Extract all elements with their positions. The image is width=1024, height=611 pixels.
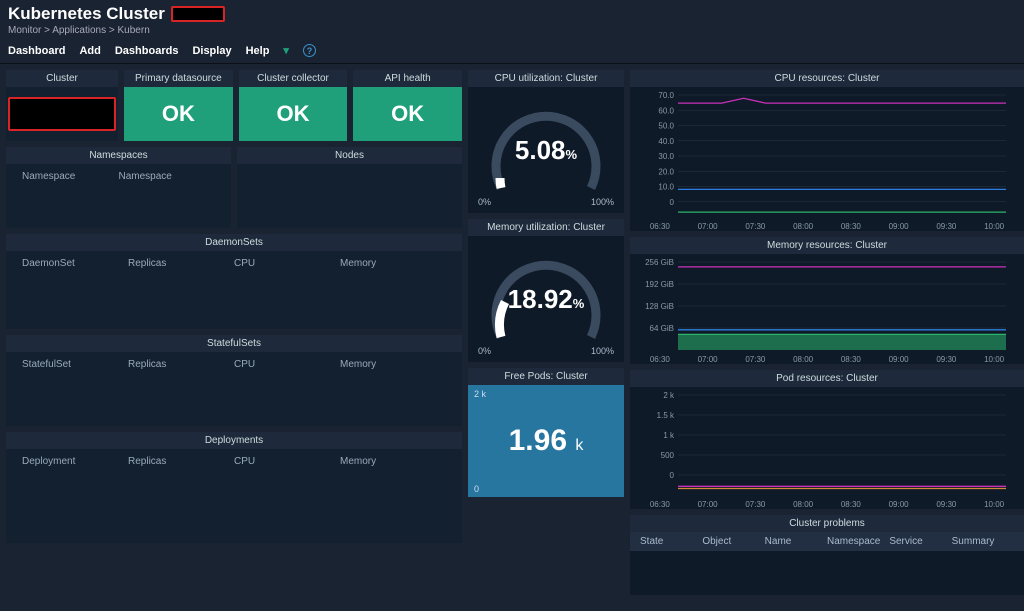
svg-text:0: 0 — [670, 198, 675, 207]
svg-text:40.0: 40.0 — [658, 137, 674, 146]
panel-title: Deployments — [6, 432, 462, 449]
gauge-mem — [481, 242, 611, 352]
status-ok: OK — [353, 87, 462, 141]
svg-text:10.0: 10.0 — [658, 183, 674, 192]
breadcrumb[interactable]: Monitor > Applications > Kubern — [8, 25, 1016, 36]
col-object: Object — [702, 536, 764, 547]
free-pods-value: 1.96 k — [509, 424, 584, 458]
col-daemonset: DaemonSet — [22, 258, 128, 269]
menu-help[interactable]: Help — [246, 45, 270, 57]
col-state: State — [640, 536, 702, 547]
menu-bar: Dashboard Add Dashboards Display Help ▾ … — [0, 38, 1024, 64]
menu-dashboards[interactable]: Dashboards — [115, 45, 179, 57]
svg-text:256 GiB: 256 GiB — [645, 258, 674, 267]
svg-text:128 GiB: 128 GiB — [645, 302, 674, 311]
col-namespace: Namespace — [827, 536, 889, 547]
col-cpu: CPU — [234, 258, 340, 269]
help-icon[interactable]: ? — [303, 44, 316, 57]
panel-title: Free Pods: Cluster — [468, 368, 624, 385]
gauge-min: 0% — [478, 346, 491, 356]
panel-free-pods[interactable]: Free Pods: Cluster 2 k 1.96 k 0 — [468, 368, 624, 497]
panel-daemonsets[interactable]: DaemonSets DaemonSet Replicas CPU Memory — [6, 234, 462, 329]
tile-cluster[interactable]: Cluster — [6, 70, 118, 141]
svg-text:60.0: 60.0 — [658, 106, 674, 115]
col-summary: Summary — [952, 536, 1014, 547]
col-replicas: Replicas — [128, 258, 234, 269]
panel-title: Pod resources: Cluster — [630, 370, 1024, 387]
col-name: Name — [765, 536, 827, 547]
status-ok: OK — [124, 87, 233, 141]
tile-label: Primary datasource — [124, 70, 233, 87]
panel-title: CPU resources: Cluster — [630, 70, 1024, 87]
col-service: Service — [889, 536, 951, 547]
menu-display[interactable]: Display — [192, 45, 231, 57]
panel-cluster-problems[interactable]: Cluster problems State Object Name Names… — [630, 515, 1024, 595]
panel-pod-resources[interactable]: Pod resources: Cluster 2 k1.5 k1 k500006… — [630, 370, 1024, 509]
svg-text:0: 0 — [670, 471, 675, 480]
menu-dashboard[interactable]: Dashboard — [8, 45, 65, 57]
col-namespace: Namespace — [119, 171, 216, 182]
svg-text:500: 500 — [661, 451, 675, 460]
col-memory: Memory — [340, 258, 446, 269]
tile-api-health[interactable]: API health OK — [353, 70, 462, 141]
panel-deployments[interactable]: Deployments Deployment Replicas CPU Memo… — [6, 432, 462, 543]
tile-cluster-collector[interactable]: Cluster collector OK — [239, 70, 348, 141]
svg-text:30.0: 30.0 — [658, 152, 674, 161]
scale-bottom: 0 — [474, 484, 479, 494]
line-chart: 256 GiB 192 GiB 128 GiB 64 GiB — [636, 258, 1012, 354]
line-chart: 70.0 60.0 50.0 40.0 30.0 20.0 10.0 0 — [636, 91, 1012, 221]
tile-label: Cluster — [6, 70, 118, 87]
panel-namespaces[interactable]: Namespaces NamespaceNamespace — [6, 147, 231, 228]
panel-mem-resources[interactable]: Memory resources: Cluster 256 GiB 192 GiB… — [630, 237, 1024, 364]
page-title: Kubernetes Cluster — [8, 4, 1016, 24]
col-memory: Memory — [340, 456, 446, 467]
gauge-cpu — [481, 93, 611, 203]
tile-label: Cluster collector — [239, 70, 348, 87]
col-deployment: Deployment — [22, 456, 128, 467]
scale-top: 2 k — [474, 389, 486, 399]
svg-text:50.0: 50.0 — [658, 122, 674, 131]
tile-label: API health — [353, 70, 462, 87]
panel-cpu-util[interactable]: CPU utilization: Cluster 5.08% 0% 100% — [468, 70, 624, 213]
col-cpu: CPU — [234, 456, 340, 467]
panel-title: Namespaces — [6, 147, 231, 164]
gauge-max: 100% — [591, 346, 614, 356]
panel-cpu-resources[interactable]: CPU resources: Cluster 70.0 60.0 50.0 40.0 3… — [630, 70, 1024, 231]
svg-text:2 k: 2 k — [663, 391, 675, 400]
panel-mem-util[interactable]: Memory utilization: Cluster 18.92% 0% 10… — [468, 219, 624, 362]
redacted-box — [171, 6, 225, 22]
col-namespace: Namespace — [22, 171, 119, 182]
panel-title: CPU utilization: Cluster — [468, 70, 624, 87]
tile-primary-datasource[interactable]: Primary datasource OK — [124, 70, 233, 141]
panel-title: DaemonSets — [6, 234, 462, 251]
svg-text:20.0: 20.0 — [658, 167, 674, 176]
panel-nodes[interactable]: Nodes — [237, 147, 462, 228]
svg-text:1.5 k: 1.5 k — [657, 411, 675, 420]
col-memory: Memory — [340, 359, 446, 370]
redacted-box — [8, 97, 116, 131]
svg-text:70.0: 70.0 — [658, 91, 674, 100]
panel-title: Memory utilization: Cluster — [468, 219, 624, 236]
col-cpu: CPU — [234, 359, 340, 370]
menu-add[interactable]: Add — [79, 45, 100, 57]
filter-icon[interactable]: ▾ — [283, 44, 289, 57]
panel-title: Cluster problems — [630, 515, 1024, 532]
panel-title: Nodes — [237, 147, 462, 164]
panel-title: StatefulSets — [6, 335, 462, 352]
svg-text:64 GiB: 64 GiB — [650, 324, 674, 333]
col-replicas: Replicas — [128, 456, 234, 467]
status-ok: OK — [239, 87, 348, 141]
col-replicas: Replicas — [128, 359, 234, 370]
panel-statefulsets[interactable]: StatefulSets StatefulSet Replicas CPU Me… — [6, 335, 462, 426]
gauge-min: 0% — [478, 197, 491, 207]
gauge-max: 100% — [591, 197, 614, 207]
line-chart: 2 k 1.5 k 1 k 500 0 — [636, 391, 1012, 499]
svg-text:192 GiB: 192 GiB — [645, 280, 674, 289]
col-statefulset: StatefulSet — [22, 359, 128, 370]
panel-title: Memory resources: Cluster — [630, 237, 1024, 254]
svg-text:1 k: 1 k — [663, 431, 675, 440]
